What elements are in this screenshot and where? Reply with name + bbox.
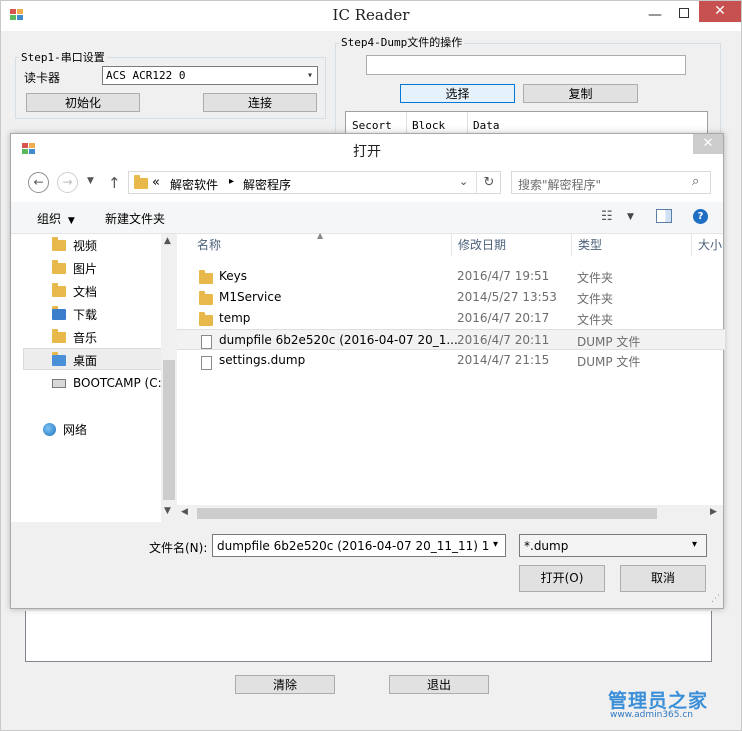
nav-item-pictures[interactable]: 图片	[51, 257, 97, 279]
drive-icon	[51, 378, 67, 388]
scroll-down-icon[interactable]: ▼	[164, 506, 171, 516]
pictures-library-icon	[51, 259, 67, 274]
step4-title: Step4-Dump文件的操作	[339, 34, 465, 50]
desktop-folder-icon	[51, 351, 67, 366]
hscroll-thumb[interactable]	[197, 508, 657, 519]
window-title: IC Reader	[332, 6, 410, 24]
clear-button[interactable]: 清除	[235, 675, 335, 694]
sort-indicator-icon: ▲	[317, 231, 324, 240]
close-button[interactable]: ✕	[699, 1, 741, 22]
nav-item-documents[interactable]: 文档	[51, 280, 97, 302]
filename-value: dumpfile 6b2e520c (2016-04-07 20_11_11) …	[217, 539, 489, 553]
file-row[interactable]: Keys 2016/4/7 19:51 文件夹	[177, 266, 725, 287]
dump-path-input[interactable]	[366, 55, 686, 75]
dialog-close-button[interactable]: ✕	[693, 134, 723, 154]
column-header-date[interactable]: 修改日期	[458, 234, 506, 256]
new-folder-button[interactable]: 新建文件夹	[105, 210, 165, 227]
maximize-icon[interactable]	[679, 8, 689, 18]
open-button[interactable]: 打开(O)	[519, 565, 605, 592]
reader-select[interactable]: ACS ACR122 0 ▾	[102, 66, 318, 85]
column-header-name[interactable]: 名称	[197, 234, 221, 256]
network-icon	[41, 422, 57, 436]
video-library-icon	[51, 236, 67, 251]
file-list-hscrollbar[interactable]: ◀ ▶	[177, 505, 723, 522]
breadcrumb-prefix: «	[152, 175, 160, 190]
music-library-icon	[51, 328, 67, 343]
address-bar[interactable]: « 解密软件 ▸ 解密程序 ⌄ ↻	[128, 171, 501, 194]
log-textarea[interactable]	[25, 611, 712, 662]
reader-select-value: ACS ACR122 0	[106, 69, 186, 82]
dialog-title-bar: 打开 ✕	[11, 134, 723, 164]
title-bar: IC Reader — ✕	[1, 1, 741, 31]
nav-item-downloads[interactable]: 下载	[51, 303, 97, 325]
file-row[interactable]: M1Service 2014/5/27 13:53 文件夹	[177, 287, 725, 308]
file-row[interactable]: settings.dump 2014/4/7 21:15 DUMP 文件	[177, 350, 725, 371]
cancel-button[interactable]: 取消	[620, 565, 706, 592]
minimize-icon[interactable]: —	[648, 7, 662, 23]
organize-menu[interactable]: 组织 ▼	[37, 210, 75, 227]
refresh-icon[interactable]: ↻	[476, 172, 501, 193]
filename-input[interactable]: dumpfile 6b2e520c (2016-04-07 20_11_11) …	[212, 534, 506, 557]
chevron-down-icon: ▾	[692, 539, 698, 550]
back-icon[interactable]: ←	[28, 172, 49, 193]
recent-dropdown-icon[interactable]: ▼	[87, 176, 94, 186]
column-header-size[interactable]: 大小	[698, 234, 722, 256]
file-type-select[interactable]: *.dump ▾	[519, 534, 707, 557]
nav-item-bootcamp[interactable]: BOOTCAMP (C:	[51, 372, 162, 394]
chevron-down-icon: ▾	[306, 70, 313, 81]
help-icon[interactable]: ?	[693, 209, 708, 224]
search-input[interactable]: 搜索"解密程序" ⌕	[511, 171, 711, 194]
filename-label: 文件名(N):	[149, 541, 208, 555]
scroll-right-icon[interactable]: ▶	[710, 507, 717, 517]
file-type-value: *.dump	[524, 539, 569, 553]
address-folder-icon	[134, 175, 148, 192]
view-options-icon[interactable]: ☷	[601, 209, 613, 224]
file-row[interactable]: temp 2016/4/7 20:17 文件夹	[177, 308, 725, 329]
breadcrumb-part-2[interactable]: 解密程序	[243, 176, 291, 193]
dialog-title: 打开	[353, 144, 381, 160]
chevron-down-icon: ▼	[67, 216, 75, 226]
nav-item-video[interactable]: 视频	[51, 234, 97, 256]
table-header-block: Block	[412, 119, 446, 132]
dialog-toolbar: 组织 ▼ 新建文件夹 ☷ ▼ ?	[11, 202, 723, 234]
step1-title: Step1-串口设置	[19, 49, 107, 65]
search-placeholder: 搜索"解密程序"	[518, 178, 602, 192]
connect-button[interactable]: 连接	[203, 93, 317, 112]
chevron-down-icon[interactable]: ▾	[493, 539, 498, 550]
file-row-selected[interactable]: dumpfile 6b2e520c (2016-04-07 20_1... 20…	[177, 329, 725, 350]
address-dropdown-icon[interactable]: ⌄	[459, 175, 468, 188]
open-dialog: 打开 ✕ ← → ▼ ↑ « 解密软件 ▸ 解密程序 ⌄ ↻ 搜索"解密程序" …	[10, 133, 725, 609]
view-dropdown-icon[interactable]: ▼	[627, 212, 634, 222]
dialog-footer: 文件名(N): dumpfile 6b2e520c (2016-04-07 20…	[11, 522, 723, 608]
up-icon[interactable]: ↑	[108, 174, 121, 192]
watermark-site: 管理员之家	[608, 690, 709, 712]
select-button[interactable]: 选择	[400, 84, 515, 103]
table-header-secort: Secort	[352, 119, 392, 132]
nav-item-music[interactable]: 音乐	[51, 326, 97, 348]
watermark-url: www.admin365.cn	[610, 710, 694, 720]
breadcrumb-part-1[interactable]: 解密软件	[170, 176, 218, 193]
preview-pane-icon[interactable]	[656, 209, 672, 223]
nav-item-network[interactable]: 网络	[41, 418, 87, 440]
search-icon: ⌕	[692, 174, 700, 189]
copy-button[interactable]: 复制	[523, 84, 638, 103]
column-header-type[interactable]: 类型	[578, 234, 602, 256]
nav-scrollbar[interactable]: ▲ ▼	[161, 234, 177, 522]
organize-label: 组织	[37, 212, 62, 226]
forward-icon[interactable]: →	[57, 172, 78, 193]
documents-library-icon	[51, 282, 67, 297]
nav-scroll-thumb[interactable]	[163, 360, 175, 500]
scroll-left-icon[interactable]: ◀	[181, 507, 188, 517]
nav-item-desktop[interactable]: 桌面	[51, 349, 97, 371]
downloads-folder-icon	[51, 305, 67, 320]
breadcrumb-separator-icon: ▸	[229, 176, 235, 187]
resize-grip-icon[interactable]: ⋰	[711, 594, 720, 604]
reader-label: 读卡器	[24, 71, 61, 85]
exit-button[interactable]: 退出	[389, 675, 489, 694]
init-button[interactable]: 初始化	[26, 93, 140, 112]
file-list: ▲ 名称 修改日期 类型 大小 Keys 2016/4/7 19:51 文件夹 …	[177, 231, 725, 504]
nav-pane: 视频 图片 文档 下载 音乐 桌面 BOOTCAMP (C: 网络	[19, 234, 177, 522]
scroll-up-icon[interactable]: ▲	[164, 236, 171, 246]
table-header-data: Data	[473, 119, 500, 132]
